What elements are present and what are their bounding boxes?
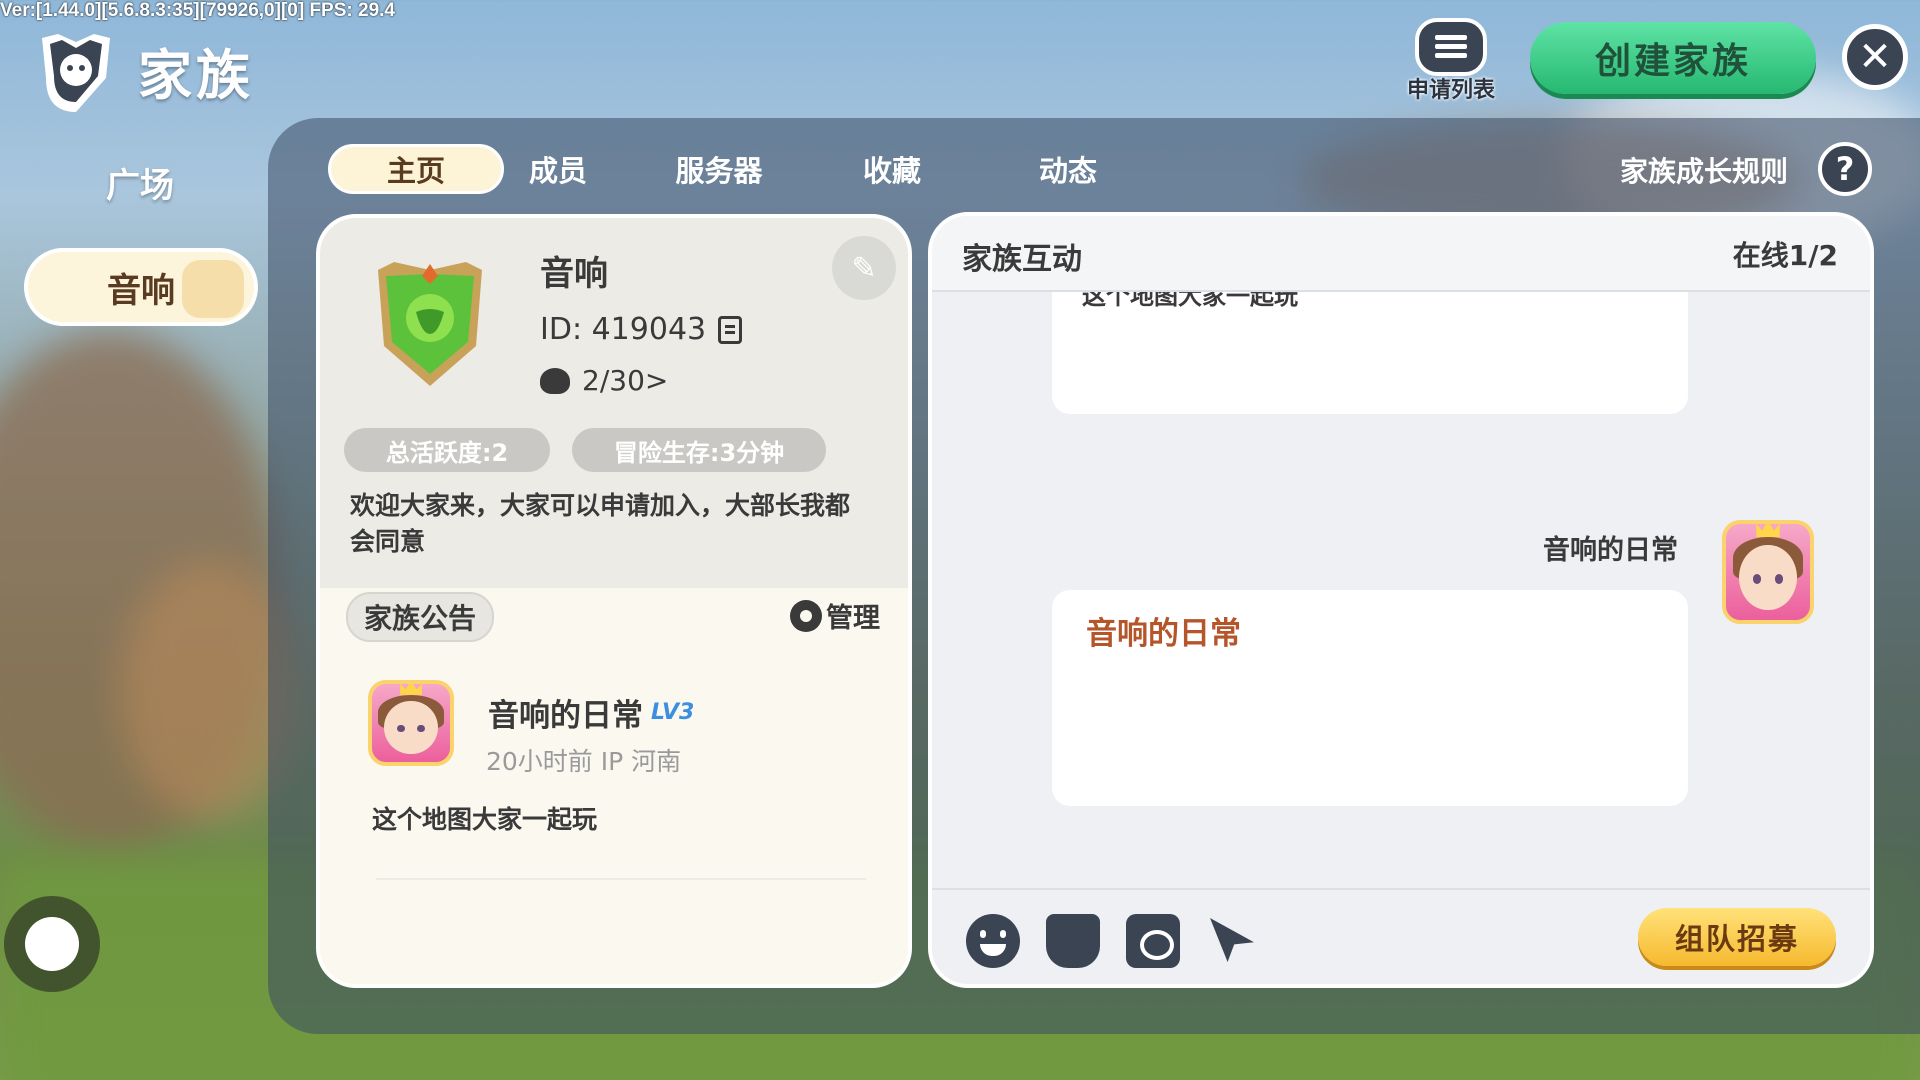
sidebar-item-family[interactable]: 音响 [24,248,258,326]
chat-message: 这个地图大家一起玩 [1052,276,1688,414]
tab-home[interactable]: 主页 [328,144,504,194]
chat-title: 家族互动 [962,242,1082,277]
member-count: 2/30> [582,364,669,397]
tab-servers[interactable]: 服务器 [644,144,794,194]
chat-sender-name: 音响的日常 [1543,535,1678,566]
gear-icon [790,599,822,632]
growth-rules-link[interactable]: 家族成长规则 [1620,150,1788,190]
family-welcome-text: 欢迎大家来，大家可以申请加入，大部长我都会同意 [350,491,851,556]
chat-message-text: 音响的日常 [1086,616,1241,652]
help-icon[interactable]: ? [1818,142,1872,196]
family-name: 音响 [540,254,608,294]
box-icon[interactable] [1126,914,1180,968]
page-title: 家族 [138,43,254,107]
joystick-knob [25,917,79,971]
manage-button[interactable]: 管理 [790,596,880,635]
create-family-button[interactable]: 创建家族 [1530,22,1816,94]
announcement-text: 这个地图大家一起玩 [372,805,598,834]
online-count: 在线1/2 [1732,239,1838,272]
chat-header: 家族互动 在线1/2 [932,216,1870,292]
tab-activity[interactable]: 动态 [998,144,1138,194]
family-id: ID: 419043 [540,312,707,347]
avatar[interactable] [1722,520,1814,624]
sidebar-item-label: 音响 [107,270,175,311]
poster-name-row: 音响的日常 LV3 [488,690,694,735]
member-icon [540,367,570,394]
family-badge-icon [42,34,110,112]
poster-name: 音响的日常 [488,698,643,734]
divider [376,878,866,880]
edit-icon[interactable]: ✎ [832,236,896,300]
list-icon [1415,18,1487,76]
apply-list-label: 申请列表 [1406,78,1495,103]
joystick-button[interactable] [4,896,100,992]
apply-list-button[interactable]: 申请列表 [1396,18,1506,104]
manage-label: 管理 [826,603,880,634]
tab-favorites[interactable]: 收藏 [822,144,962,194]
family-info-card: 音响 ID: 419043 2/30> ✎ 总活跃度:2 冒险生存:3分钟 欢迎… [316,214,912,988]
tab-members[interactable]: 成员 [488,144,628,194]
family-id-row: ID: 419043 [540,312,743,347]
announcement-title: 家族公告 [346,592,495,642]
send-location-icon[interactable] [1206,914,1260,968]
member-count-link[interactable]: 2/30> [540,364,668,397]
close-icon[interactable]: ✕ [1842,24,1908,90]
level-badge: LV3 [651,700,695,725]
sidebar-item-plaza[interactable]: 广场 [40,158,240,207]
post-meta: 20小时前 IP 河南 [486,747,682,776]
emoji-icon[interactable] [966,914,1020,968]
family-chat-card: 这个地图大家一起玩 音响的日常 音响的日常 家族互动 在线1/2 [928,212,1874,988]
adventure-time-badge: 冒险生存:3分钟 [572,428,826,472]
family-shield-icon [378,262,482,386]
gift-icon[interactable] [1046,914,1100,968]
copy-icon[interactable] [718,315,743,344]
debug-info: Ver:[1.44.0][5.6.8.3:35][79926,0][0] FPS… [0,0,395,21]
team-recruit-button[interactable]: 组队招募 [1638,908,1836,966]
chat-message: 音响的日常 [1052,590,1688,806]
page-header: 家族 [30,28,254,112]
family-deco-icon [182,260,244,318]
total-activity-badge: 总活跃度:2 [344,428,550,472]
avatar[interactable] [368,680,454,766]
